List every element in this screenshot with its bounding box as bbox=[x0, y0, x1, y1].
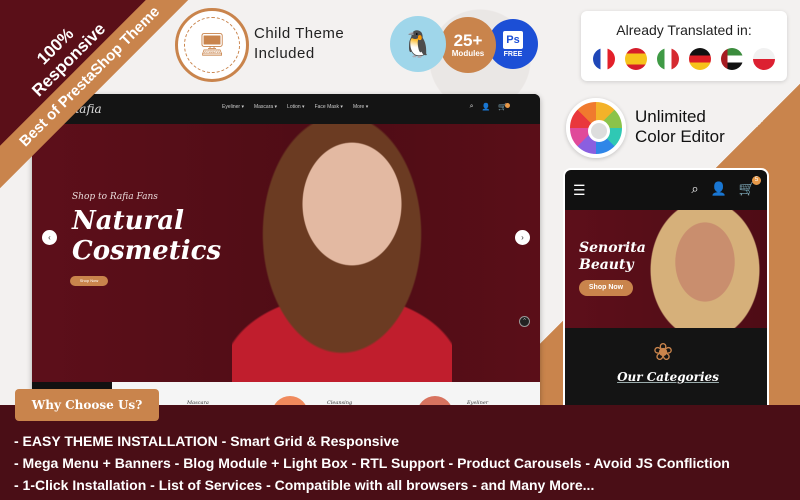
mobile-mockup: ☰ ⌕ 👤 🛒 5 Senorita Beauty Shop Now ❀ Our… bbox=[563, 168, 769, 418]
mobile-navbar: ☰ ⌕ 👤 🛒 5 bbox=[565, 170, 767, 210]
desktop-menu: Eyeliner ▾ Mascara ▾ Lotion ▾ Face Mask … bbox=[222, 104, 368, 110]
photoshop-free-label: FREE bbox=[503, 50, 523, 58]
color-editor-line2: Color Editor bbox=[635, 127, 725, 146]
translations-card: Already Translated in: bbox=[581, 11, 787, 81]
features-line3: - 1-Click Installation - List of Service… bbox=[14, 477, 595, 493]
color-editor-text: Unlimited Color Editor bbox=[635, 107, 725, 147]
mobile-nav-icons: ⌕ 👤 🛒 bbox=[691, 181, 755, 197]
modules-label: Modules bbox=[451, 49, 485, 58]
mobile-hero-model-image bbox=[647, 210, 767, 328]
child-theme-line1: Child Theme bbox=[254, 25, 345, 42]
search-icon[interactable]: ⌕ bbox=[470, 103, 474, 111]
translations-title: Already Translated in: bbox=[616, 22, 752, 38]
menu-item-more[interactable]: More ▾ bbox=[353, 104, 368, 110]
modules-badge: 25+ Modules bbox=[440, 17, 496, 73]
flag-germany-icon bbox=[689, 48, 711, 70]
features-list: - EASY THEME INSTALLATION - Smart Grid &… bbox=[14, 430, 730, 496]
mobile-hero-banner: Senorita Beauty Shop Now bbox=[565, 210, 767, 328]
mobile-shop-now-button[interactable]: Shop Now bbox=[579, 280, 633, 296]
color-wheel-icon bbox=[566, 98, 626, 158]
menu-item-lotion[interactable]: Lotion ▾ bbox=[287, 104, 305, 110]
user-icon[interactable]: 👤 bbox=[711, 181, 727, 197]
search-icon[interactable]: ⌕ bbox=[691, 181, 698, 197]
corner-badge: 100% Responsive Best of PrestaShop Theme bbox=[0, 0, 230, 230]
child-theme-text: Child Theme Included bbox=[254, 24, 344, 64]
mobile-hero-title-line1: Senorita bbox=[579, 240, 646, 256]
hamburger-menu-icon[interactable]: ☰ bbox=[573, 182, 586, 199]
flag-poland-icon bbox=[753, 48, 775, 70]
shop-now-button[interactable]: Shop Now bbox=[70, 276, 108, 286]
flag-list bbox=[581, 48, 787, 70]
photoshop-icon: Ps bbox=[503, 30, 523, 49]
user-icon[interactable]: 👤 bbox=[482, 103, 491, 111]
lotus-icon: ❀ bbox=[653, 339, 674, 366]
menu-item-face-mask[interactable]: Face Mask ▾ bbox=[315, 104, 343, 110]
features-line1: - EASY THEME INSTALLATION - Smart Grid &… bbox=[14, 433, 400, 449]
prestashop-badge: 🐧 bbox=[390, 16, 446, 72]
flag-france-icon bbox=[593, 48, 615, 70]
next-slide-arrow-icon[interactable]: › bbox=[515, 230, 530, 245]
cart-count-badge: 5 bbox=[752, 176, 761, 185]
child-theme-line2: Included bbox=[254, 45, 315, 62]
menu-item-mascara[interactable]: Mascara ▾ bbox=[254, 104, 277, 110]
scroll-up-icon[interactable]: ^ bbox=[519, 316, 530, 327]
mobile-hero-title-line2: Beauty bbox=[579, 257, 634, 273]
flag-italy-icon bbox=[657, 48, 679, 70]
prev-slide-arrow-icon[interactable]: ‹ bbox=[42, 230, 57, 245]
hero-title-line2: Cosmetics bbox=[72, 236, 222, 266]
features-line2: - Mega Menu + Banners - Blog Module + Li… bbox=[14, 455, 730, 471]
color-editor-line1: Unlimited bbox=[635, 107, 706, 126]
puffin-icon: 🐧 bbox=[401, 28, 435, 59]
desktop-nav-icons: ⌕ 👤 🛒 bbox=[470, 103, 510, 111]
flag-uae-icon bbox=[721, 48, 743, 70]
why-choose-us-label: Why Choose Us? bbox=[15, 389, 159, 421]
hero-model-image bbox=[232, 124, 452, 382]
categories-title: Our Categories bbox=[617, 370, 719, 384]
mobile-hero-title: Senorita Beauty bbox=[579, 240, 646, 274]
flag-spain-icon bbox=[625, 48, 647, 70]
modules-count: 25+ bbox=[453, 31, 483, 50]
cart-icon[interactable]: 🛒 bbox=[498, 103, 510, 111]
